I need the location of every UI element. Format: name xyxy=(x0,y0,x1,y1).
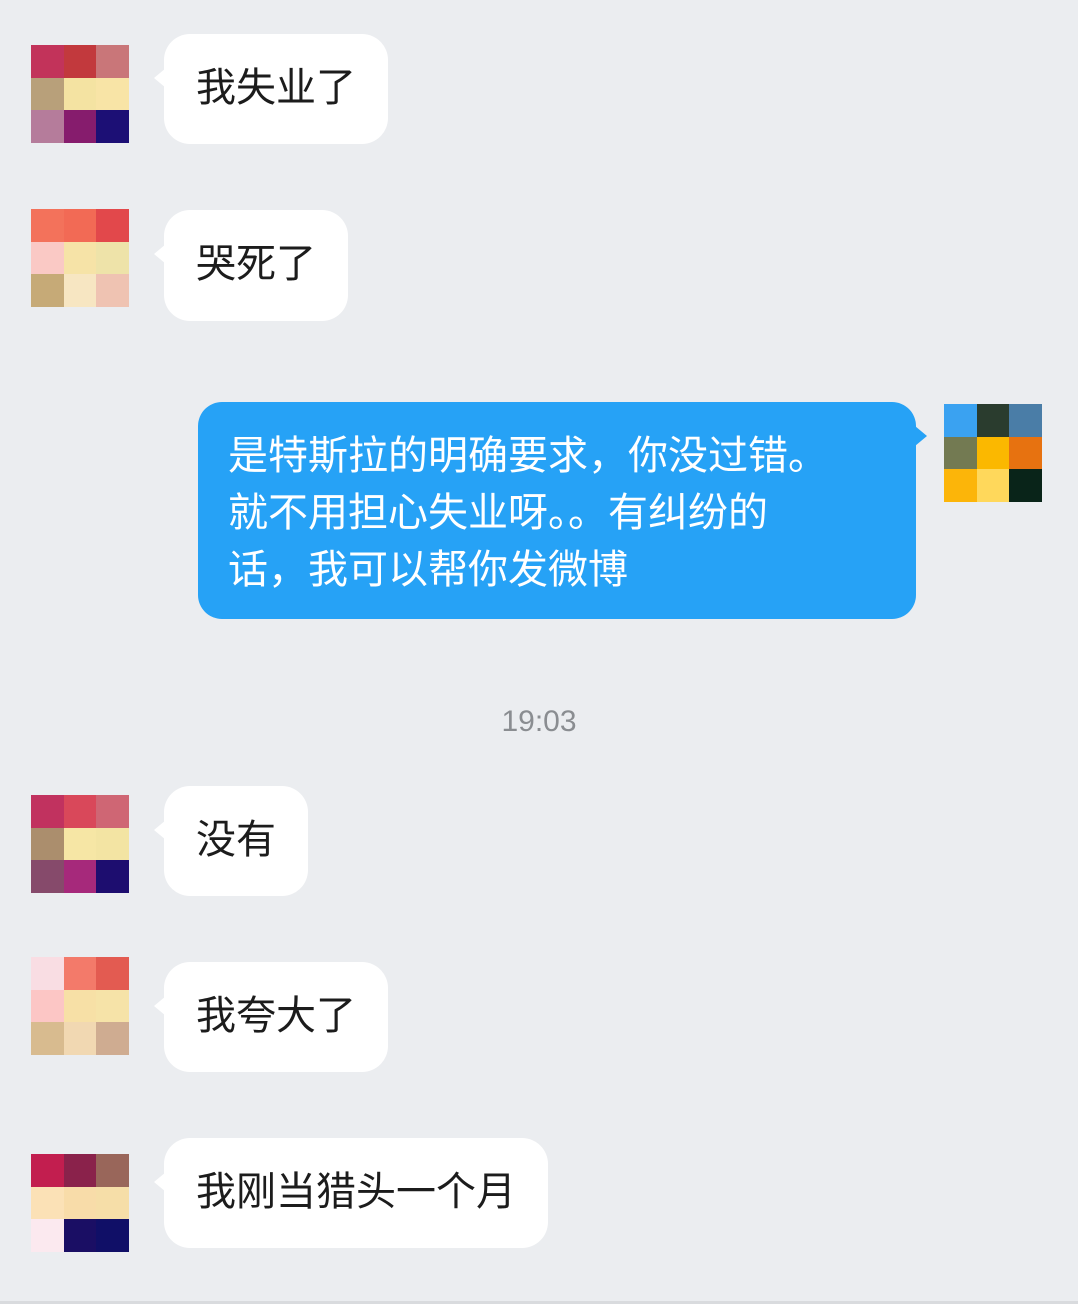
sender-avatar[interactable] xyxy=(31,957,129,1055)
message-text: 我刚当猎头一个月 xyxy=(196,1169,516,1215)
avatar-pixel xyxy=(96,241,129,275)
sender-avatar[interactable] xyxy=(31,45,129,143)
avatar-pixel xyxy=(31,45,64,78)
message-text: 没有 xyxy=(196,817,276,863)
avatar-pixel xyxy=(31,77,64,111)
avatar-pixel xyxy=(976,404,1010,437)
chat-message-list[interactable]: 我失业了 哭死了 是特斯拉的明确要求，你没过错。 就不用担心失业呀。。有纠纷的 … xyxy=(0,0,1078,1304)
avatar-pixel xyxy=(63,241,97,275)
message-text: 我夸大了 xyxy=(196,993,356,1039)
avatar-pixel xyxy=(96,45,129,78)
avatar-pixel xyxy=(63,274,97,307)
avatar-pixel xyxy=(1009,469,1042,502)
avatar-pixel xyxy=(1009,436,1042,470)
avatar-pixel xyxy=(31,1219,64,1252)
avatar-pixel xyxy=(31,209,64,242)
avatar-pixel xyxy=(63,860,97,893)
avatar-pixel xyxy=(944,436,977,470)
avatar-pixel xyxy=(96,795,129,828)
avatar-pixel xyxy=(63,45,97,78)
own-avatar[interactable] xyxy=(944,404,1042,502)
avatar-pixel xyxy=(31,1186,64,1220)
avatar-pixel xyxy=(96,77,129,111)
avatar-pixel xyxy=(31,1022,64,1055)
avatar-pixel xyxy=(96,110,129,143)
avatar-pixel xyxy=(944,404,977,437)
avatar-pixel xyxy=(96,989,129,1023)
avatar-pixel xyxy=(63,209,97,242)
avatar-pixel xyxy=(63,989,97,1023)
message-text: 我失业了 xyxy=(196,65,356,111)
avatar-pixel xyxy=(31,241,64,275)
avatar-pixel xyxy=(63,110,97,143)
avatar-pixel xyxy=(944,469,977,502)
sender-avatar[interactable] xyxy=(31,795,129,893)
avatar-pixel xyxy=(31,795,64,828)
avatar-pixel xyxy=(96,209,129,242)
avatar-pixel xyxy=(31,989,64,1023)
sender-avatar[interactable] xyxy=(31,1154,129,1252)
incoming-message-bubble[interactable]: 我夸大了 xyxy=(154,962,388,1072)
avatar-pixel xyxy=(96,827,129,861)
avatar-pixel xyxy=(63,77,97,111)
avatar-pixel xyxy=(63,1219,97,1252)
avatar-pixel xyxy=(976,436,1010,470)
avatar-pixel xyxy=(63,957,97,990)
avatar-pixel xyxy=(96,1022,129,1055)
avatar-pixel xyxy=(96,1219,129,1252)
avatar-pixel xyxy=(976,469,1010,502)
avatar-pixel xyxy=(96,957,129,990)
avatar-pixel xyxy=(63,827,97,861)
message-text-line: 话，我可以帮你发微博 xyxy=(228,547,628,593)
avatar-pixel xyxy=(31,1154,64,1187)
message-text: 哭死了 xyxy=(196,241,316,287)
avatar-pixel xyxy=(31,110,64,143)
avatar-pixel xyxy=(63,1022,97,1055)
avatar-pixel xyxy=(31,827,64,861)
incoming-message-bubble[interactable]: 没有 xyxy=(154,786,308,896)
avatar-pixel xyxy=(31,957,64,990)
avatar-pixel xyxy=(96,274,129,307)
incoming-message-bubble[interactable]: 我失业了 xyxy=(154,34,388,144)
message-text-line: 是特斯拉的明确要求，你没过错。 xyxy=(228,433,828,479)
avatar-pixel xyxy=(63,795,97,828)
outgoing-message-bubble[interactable]: 是特斯拉的明确要求，你没过错。 就不用担心失业呀。。有纠纷的 话，我可以帮你发微… xyxy=(198,402,927,619)
avatar-pixel xyxy=(96,1154,129,1187)
avatar-pixel xyxy=(31,274,64,307)
incoming-message-bubble[interactable]: 我刚当猎头一个月 xyxy=(154,1138,548,1248)
avatar-pixel xyxy=(63,1186,97,1220)
sender-avatar[interactable] xyxy=(31,209,129,307)
avatar-pixel xyxy=(96,860,129,893)
avatar-pixel xyxy=(1009,404,1042,437)
avatar-pixel xyxy=(96,1186,129,1220)
message-text-line: 就不用担心失业呀。。有纠纷的 xyxy=(228,490,768,536)
incoming-message-bubble[interactable]: 哭死了 xyxy=(154,210,348,321)
message-timestamp: 19:03 xyxy=(501,705,577,738)
avatar-pixel xyxy=(31,860,64,893)
avatar-pixel xyxy=(63,1154,97,1187)
